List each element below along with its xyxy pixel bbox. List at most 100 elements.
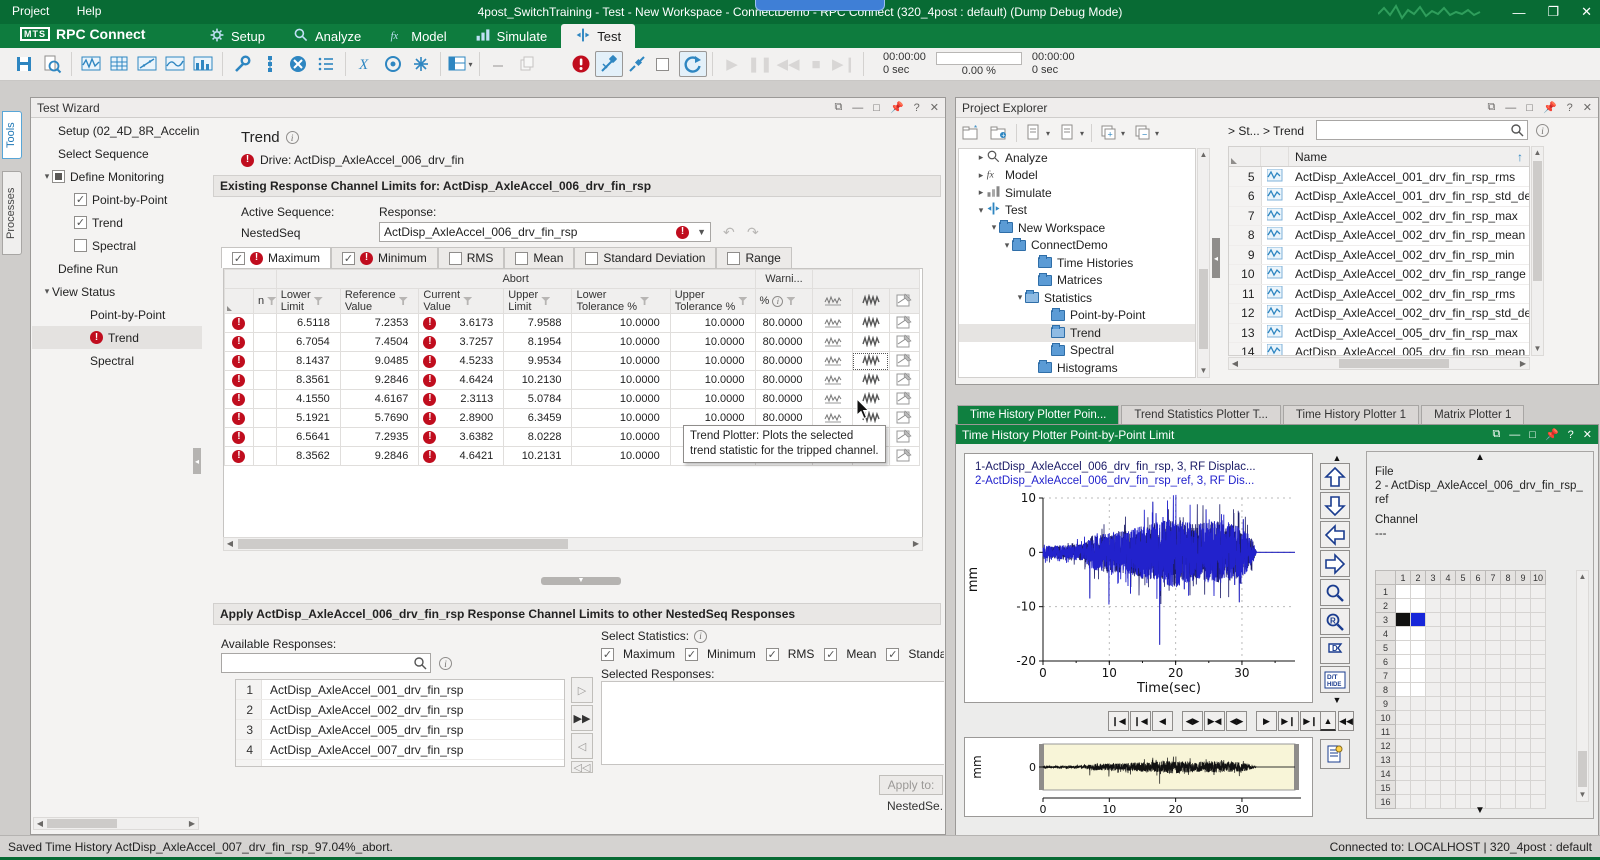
name-column-header[interactable]: Name <box>1289 150 1517 164</box>
wizard-step-setup-02-4d-8r-accelin[interactable]: Setup (02_4D_8R_Accelin <box>32 119 202 142</box>
channel-cell[interactable] <box>1530 612 1546 627</box>
channel-cell[interactable] <box>1515 626 1531 641</box>
channel-cell[interactable] <box>1470 654 1486 669</box>
minimize-icon[interactable]: — <box>1512 5 1525 20</box>
chevron-down-icon[interactable]: ▾ <box>468 60 472 69</box>
folder-new-button[interactable]: * <box>960 122 982 144</box>
limit-row[interactable]: ! 6.5118 7.2353! 3.6173 7.9588 10.0000 10.0000… <box>224 313 921 333</box>
trend-item-row[interactable]: 11 ActDisp_AxleAccel_002_drv_fin_rsp_rms <box>1229 284 1529 304</box>
channel-cell[interactable] <box>1395 598 1411 613</box>
go-end-icon[interactable]: ▶❙ <box>1278 711 1299 731</box>
channel-cell[interactable] <box>1530 710 1546 725</box>
trend-item-row[interactable]: 12 ActDisp_AxleAccel_002_drv_fin_rsp_std_… <box>1229 303 1529 324</box>
checkbox[interactable] <box>52 170 65 183</box>
channel-cell[interactable] <box>1470 640 1486 655</box>
trend-plot-button-2[interactable] <box>851 332 890 352</box>
search-icon[interactable] <box>1510 123 1524 137</box>
channel-cell[interactable] <box>1425 738 1441 753</box>
chevron-down-icon[interactable]: ▾ <box>1002 240 1012 251</box>
trend-plot-button[interactable] <box>812 332 853 352</box>
tree-node-histograms[interactable]: Histograms <box>959 359 1195 377</box>
chevron-down-icon[interactable]: ▼ <box>697 227 706 237</box>
edit-limit-button[interactable] <box>888 332 921 352</box>
upper-limit-header[interactable]: Upper Limit <box>503 288 573 314</box>
info-icon[interactable]: i <box>1536 124 1549 137</box>
channel-cell[interactable] <box>1455 626 1471 641</box>
channel-cell[interactable] <box>1410 654 1426 669</box>
channel-cell[interactable] <box>1440 780 1456 795</box>
channel-cell[interactable] <box>1410 724 1426 739</box>
trend-item-row[interactable]: 8 ActDisp_AxleAccel_002_drv_fin_rsp_mean <box>1229 225 1529 246</box>
channel-cell[interactable] <box>1485 626 1501 641</box>
channel-cell[interactable] <box>1425 584 1441 599</box>
channel-cell[interactable] <box>1500 668 1516 683</box>
matrix-display-icon[interactable] <box>105 51 133 77</box>
undo-icon[interactable]: ↶ <box>723 224 735 241</box>
trend-plot-button[interactable] <box>812 313 853 333</box>
channel-cell[interactable] <box>1530 780 1546 795</box>
expand-all-button[interactable]: + ▾ <box>1098 122 1126 144</box>
channel-cell[interactable] <box>1530 752 1546 767</box>
channel-cell[interactable] <box>1425 640 1441 655</box>
channel-cell[interactable] <box>1410 612 1426 627</box>
trend-plotter-hover-column-header[interactable] <box>851 288 890 314</box>
pan-left-icon[interactable] <box>1320 521 1350 548</box>
channel-cell[interactable] <box>1500 584 1516 599</box>
list-icon[interactable] <box>312 51 340 77</box>
available-response-row[interactable]: 4 ActDisp_AxleAccel_007_drv_fin_rsp <box>236 740 564 760</box>
channel-cell[interactable] <box>1425 710 1441 725</box>
channel-cell[interactable] <box>1410 766 1426 781</box>
minimize-panels-icon[interactable] <box>485 51 513 77</box>
channel-cell[interactable] <box>1455 668 1471 683</box>
channel-cell[interactable] <box>1500 752 1516 767</box>
tree-node-trend[interactable]: Trend <box>959 324 1195 342</box>
pin-icon[interactable]: 📌 <box>1545 428 1559 441</box>
channel-cell[interactable] <box>1470 780 1486 795</box>
channel-cell[interactable] <box>1500 612 1516 627</box>
edit-limit-button[interactable] <box>888 313 921 333</box>
wizard-step-define-run[interactable]: Define Run <box>32 257 202 280</box>
channel-cell[interactable] <box>1395 584 1411 599</box>
list-v-scrollbar[interactable]: ▲ ▼ <box>1531 146 1544 356</box>
collapse-all-button[interactable]: − ▾ <box>1132 122 1160 144</box>
popout-icon[interactable]: ⧉ <box>834 101 842 114</box>
pause-icon[interactable]: ❚❚ <box>746 51 774 77</box>
channel-cell[interactable] <box>1530 696 1546 711</box>
channel-cell[interactable] <box>1395 738 1411 753</box>
channel-cell[interactable] <box>1530 682 1546 697</box>
channel-cell[interactable] <box>1500 626 1516 641</box>
channel-cell[interactable] <box>1515 598 1531 613</box>
splitter-handle[interactable]: ▼ <box>541 577 621 585</box>
channel-cell[interactable] <box>1515 738 1531 753</box>
channel-cell[interactable] <box>1455 780 1471 795</box>
statistic-checkbox-minimum[interactable]: ✓ Minimum <box>685 647 756 661</box>
filter-icon[interactable] <box>738 297 748 305</box>
statistic-checkbox-maximum[interactable]: ✓ Maximum <box>601 647 675 661</box>
tree-node-connectdemo[interactable]: ▾ ConnectDemo <box>959 237 1195 255</box>
channel-cell[interactable] <box>1410 640 1426 655</box>
info-icon[interactable]: i <box>285 131 299 144</box>
row-number-header[interactable] <box>1229 147 1261 166</box>
channel-cell[interactable] <box>1440 598 1456 613</box>
channel-cell[interactable] <box>1410 780 1426 795</box>
checkbox[interactable]: ✓ <box>765 647 779 661</box>
minimize-icon[interactable]: — <box>1509 429 1520 441</box>
wizard-step-point-by-point[interactable]: ✓ Point-by-Point <box>32 188 202 211</box>
channel-cell[interactable] <box>1470 752 1486 767</box>
channel-cell[interactable] <box>1485 710 1501 725</box>
trend-item-row[interactable]: 10 ActDisp_AxleAccel_002_drv_fin_rsp_rang… <box>1229 264 1529 285</box>
edit-limit-button[interactable] <box>888 427 921 447</box>
tree-h-scrollbar[interactable]: ◀ ▶ <box>33 817 199 830</box>
info-icon[interactable]: i <box>772 295 784 307</box>
channel-cell[interactable] <box>1440 640 1456 655</box>
channel-cell[interactable] <box>1410 584 1426 599</box>
trip-indicator-icon[interactable] <box>567 51 595 77</box>
pan-up-icon[interactable] <box>1320 463 1350 490</box>
tree-node-point-by-point[interactable]: Point-by-Point <box>959 307 1195 325</box>
channel-cell[interactable] <box>1410 682 1426 697</box>
channel-cell[interactable] <box>1440 668 1456 683</box>
channel-cell[interactable] <box>1395 724 1411 739</box>
expand-tools-icon[interactable]: ▲ <box>1320 711 1336 731</box>
channel-cell[interactable] <box>1425 724 1441 739</box>
module-tab-test[interactable]: Test <box>561 24 636 48</box>
